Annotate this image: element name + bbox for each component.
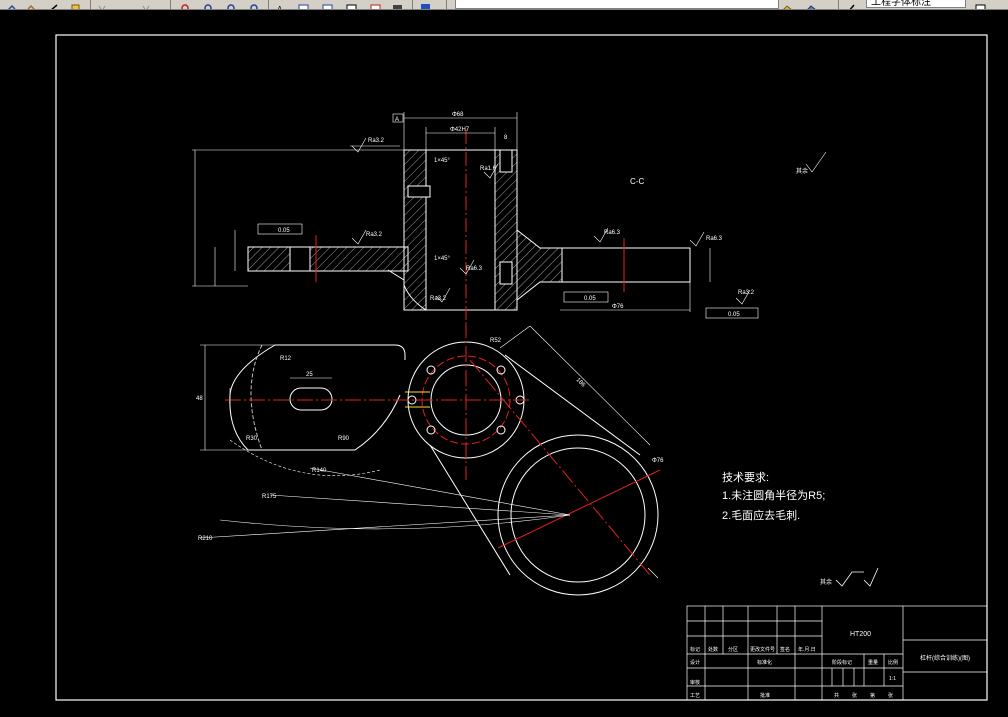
tb-sheets-total: 共 <box>834 692 839 699</box>
dim-48: 48 <box>196 396 203 402</box>
tb-h6: 年.月.日 <box>798 646 816 653</box>
dim-r175: R175 <box>262 494 277 500</box>
tb-part-name: 杠杆(综合训练)(图) <box>920 654 970 662</box>
zoom-previous-icon[interactable] <box>140 0 151 9</box>
tech-req-line1: 1.未注圆角半径为R5; <box>722 488 825 502</box>
tb-sheets-unit1: 张 <box>852 692 857 699</box>
dim-ra32-c: Ra3.2 <box>430 296 447 302</box>
design-center-icon[interactable] <box>203 0 214 9</box>
dim-r210: R210 <box>198 536 213 542</box>
text-style-icon[interactable]: A <box>276 0 287 9</box>
undo-icon[interactable] <box>6 0 17 9</box>
text-style-manager-icon[interactable] <box>846 0 857 9</box>
surface-symbol-label: 其余 <box>796 167 808 175</box>
tb-material: HT200 <box>850 631 871 638</box>
tb-h3: 分区 <box>728 646 738 653</box>
dim-ra32-b: Ra3.2 <box>366 232 383 238</box>
layer-manager-icon[interactable] <box>322 0 333 9</box>
dim-ra63-c: Ra6.3 <box>706 236 723 242</box>
dim-ra63-a: Ra6.3 <box>466 266 483 272</box>
layer-state-icon[interactable] <box>298 0 309 9</box>
section-center-lines <box>315 130 625 320</box>
dim-chamfer-b: 1×45° <box>434 256 451 262</box>
table-icon[interactable] <box>370 0 381 9</box>
toolbar: A 工程字体标注 <box>0 0 1008 10</box>
plan-view <box>229 341 659 596</box>
dim-tol-c: 0.05 <box>728 312 740 318</box>
dim-tol-b: 0.05 <box>584 296 596 302</box>
layer-previous-icon[interactable] <box>782 0 793 9</box>
dim-r52: R52 <box>490 338 502 344</box>
dim-chamfer-a: 1×45° <box>434 158 451 164</box>
tb-weight: 重量 <box>868 659 878 666</box>
zoom-window-icon[interactable] <box>96 0 107 9</box>
dim-ra32-d: Ra3.2 <box>738 290 755 296</box>
dim-d68: Φ68 <box>452 112 464 118</box>
plan-dimensions <box>199 325 659 579</box>
dim-d42: Φ42H7 <box>450 127 470 133</box>
tb-process: 工艺 <box>690 693 700 699</box>
tb-review: 审核 <box>690 679 700 686</box>
tb-h5: 签名 <box>780 646 790 653</box>
dim-ra63-b: Ra6.3 <box>604 230 621 236</box>
dim-d76: Φ76 <box>652 458 664 464</box>
dim-r140: R140 <box>312 468 327 474</box>
dim-25: 25 <box>306 372 313 378</box>
layer-combo[interactable] <box>455 0 779 9</box>
dimension-style-icon[interactable] <box>975 0 986 9</box>
dim-len-right: Φ76 <box>612 304 624 310</box>
dim-r12: R12 <box>280 356 292 362</box>
tb-scale: 1:1 <box>889 676 896 682</box>
section-label: C-C <box>630 177 644 186</box>
dim-ra16: Ra1.6 <box>480 166 497 172</box>
general-roughness-label: 其余 <box>820 578 832 586</box>
dim-tol-a: 0.05 <box>278 228 290 234</box>
tb-ratio: 比例 <box>888 659 898 666</box>
tb-design: 设计 <box>690 659 700 666</box>
help-icon[interactable] <box>420 0 431 9</box>
calculator-icon[interactable] <box>249 0 260 9</box>
dim-r30: R30 <box>246 436 258 442</box>
dim-d8: 8 <box>504 135 508 141</box>
zoom-realtime-icon[interactable] <box>70 0 81 9</box>
title-block <box>686 605 988 701</box>
tb-sheets-no: 第 <box>870 692 875 699</box>
redo-icon[interactable] <box>26 0 37 9</box>
general-roughness-note <box>835 567 879 587</box>
tech-req-line2: 2.毛面应去毛刺. <box>722 508 800 522</box>
text-style-combo[interactable]: 工程字体标注 <box>866 0 966 8</box>
dim-r90: R90 <box>338 436 350 442</box>
tb-sheets-unit2: 张 <box>888 692 893 699</box>
tb-h4: 更改文件号 <box>750 646 775 653</box>
dim-ra32-a: Ra3.2 <box>368 138 385 144</box>
tb-h1: 标记 <box>690 646 700 653</box>
tb-standard: 标准化 <box>757 659 772 666</box>
grid-icon[interactable] <box>346 0 357 9</box>
calculator2-icon[interactable] <box>392 0 403 9</box>
drawing-canvas[interactable]: Φ68 Φ42H7 Ra3.2 Ra3.2 Ra3.2 Ra3.2 Ra1.6 … <box>0 10 1008 712</box>
pan-icon[interactable] <box>48 0 59 9</box>
dim-radius-long: 186 <box>575 377 587 389</box>
tool-palette-icon[interactable] <box>226 0 237 9</box>
tb-stage: 阶段标记 <box>832 659 852 666</box>
properties-icon[interactable] <box>180 0 191 9</box>
dim-datum-a: A <box>395 117 399 123</box>
layer-walk-icon[interactable] <box>806 0 817 9</box>
tb-approve: 批准 <box>760 692 770 699</box>
tech-req-title: 技术要求: <box>722 471 769 484</box>
tb-h2: 处数 <box>708 646 718 653</box>
